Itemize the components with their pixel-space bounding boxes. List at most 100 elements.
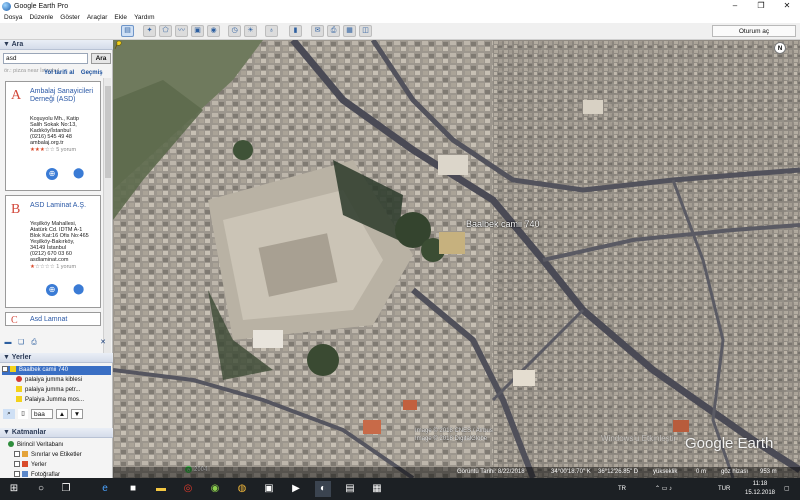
add-polygon-icon[interactable]: ⬠ bbox=[159, 25, 172, 37]
notifications-icon[interactable]: ▢ bbox=[784, 478, 790, 500]
checkbox-checked-icon[interactable]: ✓ bbox=[2, 366, 8, 373]
location-pin-icon[interactable]: ⬤ bbox=[73, 284, 84, 296]
placemark-label[interactable]: Baalbek camii 740 bbox=[466, 219, 540, 229]
maximize-button[interactable]: ❐ bbox=[748, 0, 774, 12]
search-button[interactable]: Ara bbox=[91, 53, 111, 64]
add-placemark-icon[interactable]: ✦ bbox=[143, 25, 156, 37]
place-item[interactable]: ✓ Baalbek camii 740 bbox=[2, 366, 111, 375]
result-website[interactable]: ambalaj.org.tr bbox=[30, 140, 100, 146]
windows-start-icon[interactable]: ⊞ bbox=[6, 481, 22, 497]
places-section-header[interactable]: ▼ Yerler bbox=[0, 353, 113, 363]
yellow-pin-icon bbox=[10, 366, 16, 373]
results-scrollbar[interactable] bbox=[103, 78, 111, 356]
search-section-header[interactable]: ▼ Ara bbox=[0, 40, 113, 50]
menu-add[interactable]: Ekle bbox=[114, 14, 127, 21]
checkbox-icon[interactable] bbox=[14, 451, 20, 458]
result-letter: B bbox=[11, 202, 21, 217]
email-icon[interactable]: ✉ bbox=[311, 25, 324, 37]
add-overlay-icon[interactable]: ▣ bbox=[191, 25, 204, 37]
arrow-down-button[interactable]: ▼ bbox=[71, 409, 83, 419]
search-icon[interactable]: ⌕ bbox=[3, 409, 15, 419]
imagery-date: Görüntü Tarihi: 8/22/2018 bbox=[457, 469, 525, 475]
app-icon[interactable]: ■ bbox=[125, 481, 141, 497]
scrollbar-thumb[interactable] bbox=[105, 86, 111, 178]
menu-help[interactable]: Yardım bbox=[134, 14, 154, 21]
result-website[interactable]: asdlaminat.com bbox=[30, 257, 100, 263]
close-window-button[interactable]: ✕ bbox=[774, 0, 800, 12]
input-language[interactable]: TR bbox=[618, 478, 626, 500]
place-item[interactable]: palaiya jumma kiblesi bbox=[2, 376, 111, 385]
place-item[interactable]: Palaiya Jumma mos... bbox=[2, 396, 111, 405]
search-result-a[interactable]: A Ambalaj Sanayicileri Derneği (ASD) Koş… bbox=[5, 81, 101, 191]
print-icon[interactable]: ⎙ bbox=[327, 25, 340, 37]
history-link[interactable]: Geçmiş bbox=[81, 70, 103, 76]
search-input[interactable]: asd bbox=[3, 53, 88, 64]
clock[interactable]: 11:18 15.12.2018 bbox=[742, 480, 778, 500]
file-explorer-icon[interactable]: ▬ bbox=[153, 481, 169, 497]
add-path-icon[interactable]: 〰 bbox=[175, 25, 188, 37]
sidebar: ▼ Ara asd Ara ör.: pizza near İstanbul Y… bbox=[0, 40, 113, 478]
map-view[interactable]: N Baalbek camii 740 Image © 2018 CNES / … bbox=[113, 40, 800, 478]
app-icon[interactable]: ◉ bbox=[207, 481, 223, 497]
sign-in-button[interactable]: Oturum aç bbox=[712, 25, 796, 37]
placemark-pin-icon[interactable] bbox=[113, 40, 123, 50]
longitude: 36°12'26.85" D bbox=[598, 469, 639, 475]
menu-tools[interactable]: Araçlar bbox=[87, 14, 108, 21]
planet-switch-icon[interactable]: ♁ bbox=[265, 25, 278, 37]
layer-item[interactable]: Sınırlar ve Etiketler bbox=[2, 451, 111, 460]
app-icon[interactable]: ▦ bbox=[369, 481, 385, 497]
chrome-browser-icon[interactable]: ◍ bbox=[234, 481, 250, 497]
search-result-c[interactable]: C Asd Lamnat bbox=[5, 312, 101, 326]
layers-section-header[interactable]: ▼ Katmanlar bbox=[0, 428, 113, 438]
menu-edit[interactable]: Düzenle bbox=[29, 14, 53, 21]
clear-search-icon[interactable]: ✕ bbox=[98, 338, 108, 348]
status-bar: Görüntü Tarihi: 8/22/2018 34°00'18.70" K… bbox=[113, 467, 800, 478]
search-icon[interactable]: ○ bbox=[33, 481, 49, 497]
keyboard-layout[interactable]: TUR bbox=[718, 478, 730, 500]
place-item[interactable]: palaiya jumma petr... bbox=[2, 386, 111, 395]
checkbox-icon[interactable] bbox=[14, 461, 20, 468]
layer-item[interactable]: Birincil Veritabanı bbox=[2, 441, 111, 450]
historical-imagery-icon[interactable]: ◷ bbox=[228, 25, 241, 37]
print-icon[interactable]: ⎙ bbox=[29, 338, 39, 348]
checkbox-icon[interactable] bbox=[14, 471, 20, 478]
directions-link[interactable]: Yol tarifi al bbox=[44, 70, 74, 76]
result-name[interactable]: Ambalaj Sanayicileri Derneği (ASD) bbox=[30, 88, 100, 104]
ruler-icon[interactable]: ▮ bbox=[289, 25, 302, 37]
places-filter-input[interactable]: baa bbox=[31, 409, 53, 419]
sidebar-toggle-icon[interactable]: ▤ bbox=[121, 25, 134, 37]
tray-icons[interactable]: ⌃ ▭ ♪ bbox=[655, 478, 672, 500]
layer-item[interactable]: Yerler bbox=[2, 461, 111, 470]
result-letter: A bbox=[11, 88, 22, 103]
location-pin-icon[interactable]: ⬤ bbox=[73, 168, 84, 180]
places-bottom-bar: ⌕ ▯ baa ▲ ▼ bbox=[3, 408, 111, 420]
movies-app-icon[interactable]: ▶ bbox=[288, 481, 304, 497]
result-name[interactable]: ASD Laminat A.Ş. bbox=[30, 202, 100, 210]
app-icon[interactable]: ▣ bbox=[261, 481, 277, 497]
window-title: Google Earth Pro bbox=[14, 2, 69, 10]
windows-watermark: Windows'u Etkinleştir bbox=[601, 434, 677, 443]
minimize-button[interactable]: – bbox=[722, 0, 748, 12]
website-globe-icon[interactable]: ⊕ bbox=[46, 284, 58, 296]
copy-icon[interactable]: ❏ bbox=[16, 338, 26, 348]
save-image-icon[interactable]: ▦ bbox=[343, 25, 356, 37]
arrow-up-button[interactable]: ▲ bbox=[56, 409, 68, 419]
result-name[interactable]: Asd Lamnat bbox=[30, 316, 100, 324]
edge-browser-icon[interactable]: e bbox=[97, 481, 113, 497]
result-rating: ★★★☆☆ 5 yorum bbox=[30, 147, 77, 153]
google-maps-icon[interactable]: ◫ bbox=[359, 25, 372, 37]
search-result-b[interactable]: B ASD Laminat A.Ş. Yeşilköy Mahallesi, A… bbox=[5, 195, 101, 308]
compass-icon[interactable]: N bbox=[774, 42, 786, 54]
app-icon[interactable]: ▤ bbox=[342, 481, 358, 497]
record-tour-icon[interactable]: ◉ bbox=[207, 25, 220, 37]
tile-icon[interactable]: ▯ bbox=[18, 409, 28, 419]
imagery-credit: Image © 2018 CNES / Airbus bbox=[415, 428, 493, 434]
sunlight-icon[interactable]: ☀ bbox=[244, 25, 257, 37]
task-view-icon[interactable]: ❐ bbox=[58, 481, 74, 497]
menu-file[interactable]: Dosya bbox=[4, 14, 22, 21]
menu-view[interactable]: Göster bbox=[60, 14, 80, 21]
opera-browser-icon[interactable]: ◎ bbox=[180, 481, 196, 497]
website-globe-icon[interactable]: ⊕ bbox=[46, 168, 58, 180]
folder-icon[interactable]: ▬ bbox=[3, 338, 13, 348]
google-earth-taskbar-icon[interactable]: ◐ bbox=[315, 481, 331, 497]
